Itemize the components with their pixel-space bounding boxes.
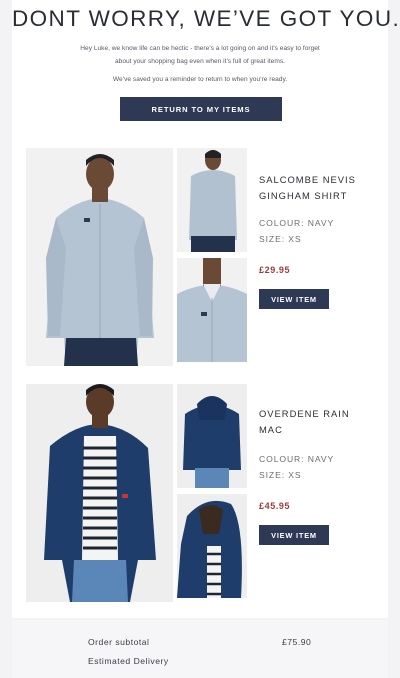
intro-line-2: about your shopping bag even when it’s f…: [115, 58, 285, 65]
product-1-detail-image[interactable]: [177, 258, 247, 362]
product-2-view-item-button[interactable]: VIEW ITEM: [259, 525, 329, 545]
email-heading: DONT WORRY, WE’VE GOT YOU.: [12, 6, 400, 31]
product-1-name-line-2[interactable]: GINGHAM SHIRT: [259, 190, 347, 201]
subtotal-label: Order subtotal: [88, 637, 150, 647]
product-2-name-line-1[interactable]: OVERDENE RAIN: [259, 408, 350, 419]
product-2-name[interactable]: OVERDENE RAIN MAC: [259, 406, 379, 438]
product-2-name-line-2[interactable]: MAC: [259, 424, 283, 435]
product-2-hood-image[interactable]: [177, 494, 247, 598]
product-1-size: SIZE: XS: [259, 234, 302, 244]
product-1-colour: COLOUR: NAVY: [259, 218, 335, 228]
product-2-price: £45.95: [259, 501, 291, 511]
return-to-items-button[interactable]: RETURN TO MY ITEMS: [120, 97, 282, 121]
product-1-name-line-1[interactable]: SALCOMBE NEVIS: [259, 174, 356, 185]
intro-text: Hey Luke, we know life can be hectic - t…: [52, 42, 348, 68]
product-1-view-item-button[interactable]: VIEW ITEM: [259, 289, 329, 309]
product-1-main-image[interactable]: [26, 148, 173, 366]
product-2-main-image[interactable]: [26, 384, 173, 602]
product-1-back-image[interactable]: [177, 148, 247, 252]
delivery-label: Estimated Delivery: [88, 656, 169, 666]
order-summary: Order subtotal £75.90 Estimated Delivery: [12, 620, 388, 678]
email-card: DONT WORRY, WE’VE GOT YOU. Hey Luke, we …: [12, 0, 400, 618]
product-2-colour: COLOUR: NAVY: [259, 454, 335, 464]
product-1-price: £29.95: [259, 265, 291, 275]
product-2-back-image[interactable]: [177, 384, 247, 488]
product-2-size: SIZE: XS: [259, 470, 302, 480]
subtotal-value: £75.90: [282, 637, 312, 647]
product-1-name[interactable]: SALCOMBE NEVIS GINGHAM SHIRT: [259, 172, 379, 204]
reminder-text: We’ve saved you a reminder to return to …: [112, 76, 288, 83]
intro-line-1: Hey Luke, we know life can be hectic - t…: [80, 45, 320, 52]
